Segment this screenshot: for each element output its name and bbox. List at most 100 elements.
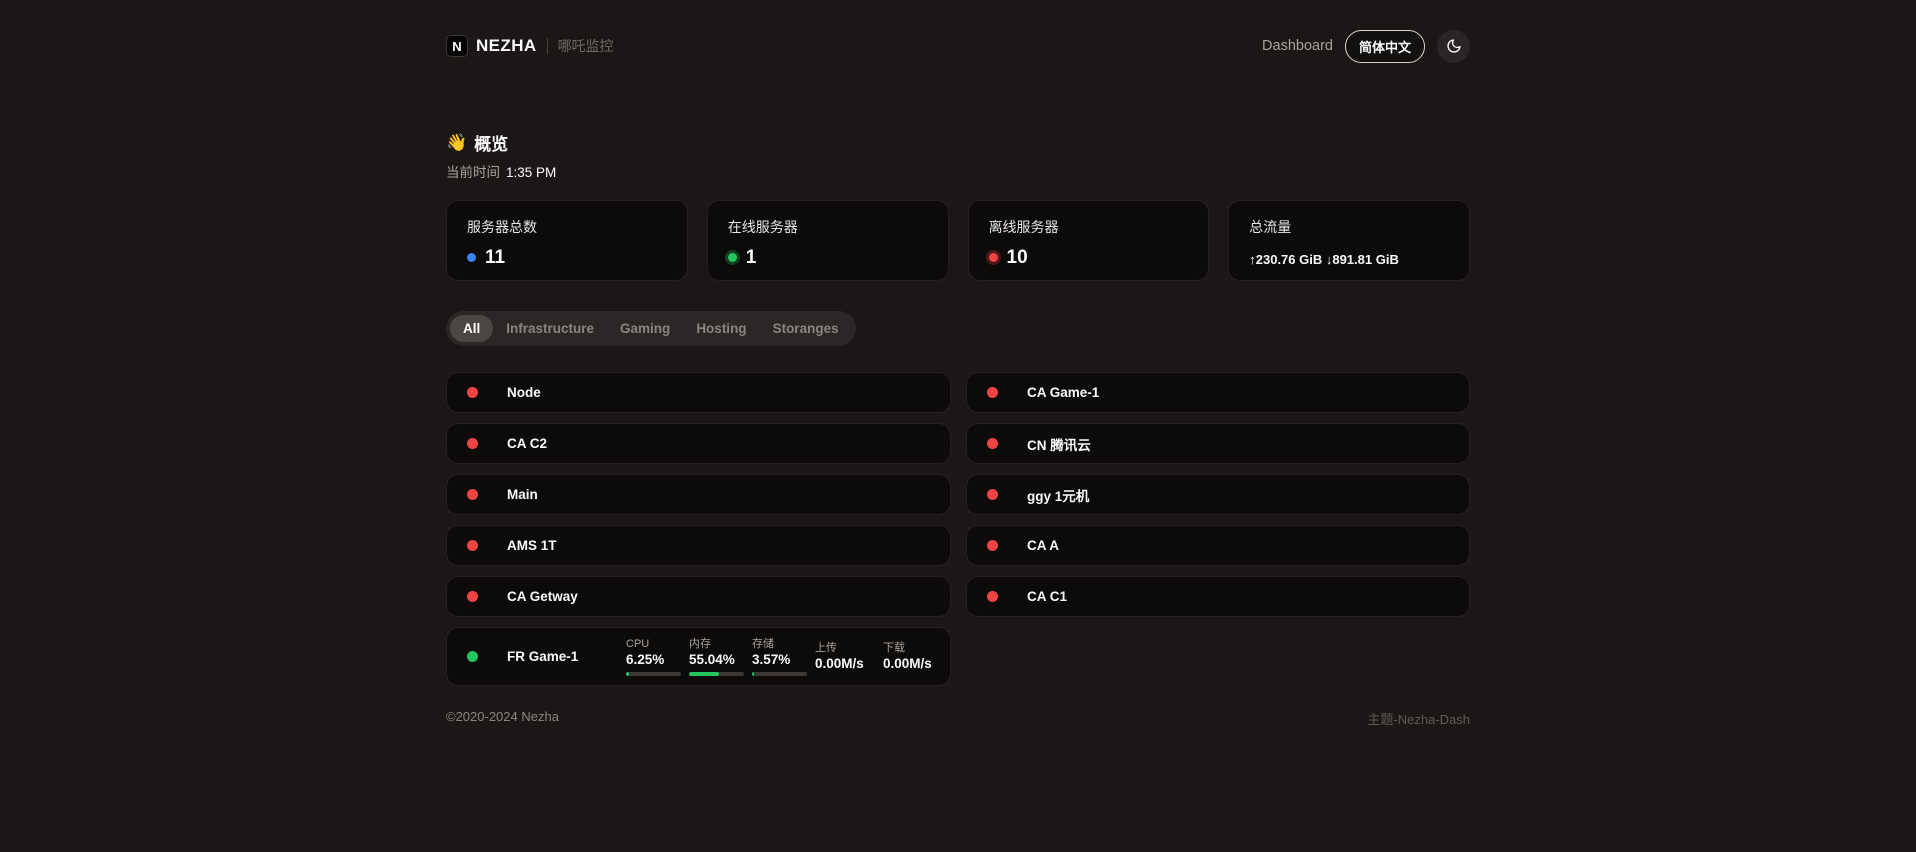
server-row-ca-a[interactable]: CA A xyxy=(966,525,1470,566)
storage-stat: 存储 3.57% xyxy=(752,638,807,676)
nav-controls: Dashboard 简体中文 xyxy=(1262,30,1470,63)
server-name: CA Game-1 xyxy=(1027,385,1099,400)
server-row-main[interactable]: Main xyxy=(446,474,951,515)
stat-label: 在线服务器 xyxy=(728,217,928,237)
dashboard-link[interactable]: Dashboard xyxy=(1262,38,1333,54)
copyright-text: ©2020-2024 Nezha xyxy=(446,709,559,728)
footer: ©2020-2024 Nezha 主题-Nezha-Dash xyxy=(446,709,1470,728)
server-name: ggy 1元机 xyxy=(1027,485,1089,505)
server-row-ca-c2[interactable]: CA C2 xyxy=(446,423,951,464)
server-column-left: Node CA C2 Main AMS 1T CA Getway FR Game… xyxy=(446,372,951,686)
stat-value: 11 xyxy=(485,248,505,267)
server-status-dot xyxy=(467,489,478,500)
tab-hosting[interactable]: Hosting xyxy=(683,315,759,342)
moon-icon xyxy=(1446,38,1462,54)
server-row-ca-getway[interactable]: CA Getway xyxy=(446,576,951,617)
server-row-ams-1t[interactable]: AMS 1T xyxy=(446,525,951,566)
language-button[interactable]: 简体中文 xyxy=(1345,30,1425,63)
tab-all[interactable]: All xyxy=(450,315,493,342)
current-time-label: 当前时间 xyxy=(446,161,500,181)
stat-label: 离线服务器 xyxy=(989,217,1189,237)
stat-value: 10 xyxy=(1007,248,1028,267)
page-title-text: 概览 xyxy=(474,130,508,155)
memory-stat: 内存 55.04% xyxy=(689,638,744,676)
server-status-dot xyxy=(467,651,478,662)
wave-emoji: 👋 xyxy=(446,133,467,153)
stat-cards: 服务器总数 11 在线服务器 1 离线服务器 10 总流量 ↑230.76 Gi… xyxy=(446,200,1470,281)
brand-divider xyxy=(547,38,548,54)
stat-label: 服务器总数 xyxy=(467,217,667,237)
stat-value: 1 xyxy=(746,248,757,267)
stat-card-offline-servers: 离线服务器 10 xyxy=(968,200,1210,281)
server-name: FR Game-1 xyxy=(507,649,626,664)
server-name: CA C1 xyxy=(1027,589,1067,604)
upload-stat: 上传 0.00M/s xyxy=(815,642,875,672)
server-name: Node xyxy=(507,385,541,400)
server-name: Main xyxy=(507,487,538,502)
storage-progress-bar xyxy=(752,672,807,676)
page-title: 👋 概览 xyxy=(446,130,1470,155)
current-time-value: 1:35 PM xyxy=(506,165,556,180)
cpu-label: CPU xyxy=(626,638,681,651)
server-name: CN 腾讯云 xyxy=(1027,434,1091,454)
stat-card-total-servers: 服务器总数 11 xyxy=(446,200,688,281)
server-column-right: CA Game-1 CN 腾讯云 ggy 1元机 CA A CA C1 xyxy=(966,372,1470,686)
theme-credit-text: 主题-Nezha-Dash xyxy=(1367,709,1470,728)
server-status-dot xyxy=(987,387,998,398)
memory-progress-bar xyxy=(689,672,744,676)
stat-card-online-servers: 在线服务器 1 xyxy=(707,200,949,281)
cpu-stat: CPU 6.25% xyxy=(626,638,681,676)
cpu-value: 6.25% xyxy=(626,652,681,668)
memory-value: 55.04% xyxy=(689,652,744,668)
server-status-dot xyxy=(987,540,998,551)
server-name: CA C2 xyxy=(507,436,547,451)
memory-label: 内存 xyxy=(689,638,744,651)
brand-area: N NEZHA 哪吒监控 xyxy=(446,35,614,57)
brand-subtitle: 哪吒监控 xyxy=(558,36,614,56)
theme-toggle-button[interactable] xyxy=(1437,30,1470,63)
server-row-node[interactable]: Node xyxy=(446,372,951,413)
server-status-dot xyxy=(987,591,998,602)
server-name: CA Getway xyxy=(507,589,578,604)
tab-infrastructure[interactable]: Infrastructure xyxy=(493,315,607,342)
stat-label: 总流量 xyxy=(1249,217,1449,237)
download-value: 0.00M/s xyxy=(883,656,943,672)
tab-bar-wrap: All Infrastructure Gaming Hosting Storan… xyxy=(446,281,1470,346)
overview-section: 👋 概览 当前时间 1:35 PM xyxy=(446,130,1470,181)
server-status-dot xyxy=(467,591,478,602)
nezha-logo[interactable]: N xyxy=(446,35,468,57)
server-stats: CPU 6.25% 内存 55.04% 存储 xyxy=(626,638,943,676)
offline-status-dot xyxy=(989,253,998,262)
storage-label: 存储 xyxy=(752,638,807,651)
server-name: AMS 1T xyxy=(507,538,557,553)
server-status-dot xyxy=(467,387,478,398)
download-stat: 下载 0.00M/s xyxy=(883,642,943,672)
total-status-dot xyxy=(467,253,476,262)
cpu-progress-bar xyxy=(626,672,681,676)
online-status-dot xyxy=(728,253,737,262)
top-nav: N NEZHA 哪吒监控 Dashboard 简体中文 xyxy=(446,26,1470,66)
server-row-ca-game-1[interactable]: CA Game-1 xyxy=(966,372,1470,413)
logo-letter: N xyxy=(452,39,461,54)
upload-value: 0.00M/s xyxy=(815,656,875,672)
download-label: 下载 xyxy=(883,642,943,655)
server-status-dot xyxy=(467,540,478,551)
upload-label: 上传 xyxy=(815,642,875,655)
server-row-ggy[interactable]: ggy 1元机 xyxy=(966,474,1470,515)
tab-storanges[interactable]: Storanges xyxy=(760,315,852,342)
group-tab-bar: All Infrastructure Gaming Hosting Storan… xyxy=(446,311,856,346)
server-row-cn-tencent[interactable]: CN 腾讯云 xyxy=(966,423,1470,464)
server-list: Node CA C2 Main AMS 1T CA Getway FR Game… xyxy=(446,372,1470,686)
server-status-dot xyxy=(987,438,998,449)
brand-name: NEZHA xyxy=(476,36,537,56)
server-row-ca-c1[interactable]: CA C1 xyxy=(966,576,1470,617)
server-status-dot xyxy=(467,438,478,449)
stat-card-total-traffic: 总流量 ↑230.76 GiB ↓891.81 GiB xyxy=(1228,200,1470,281)
tab-gaming[interactable]: Gaming xyxy=(607,315,683,342)
current-time: 当前时间 1:35 PM xyxy=(446,161,1470,181)
storage-value: 3.57% xyxy=(752,652,807,668)
traffic-value: ↑230.76 GiB ↓891.81 GiB xyxy=(1249,252,1449,267)
server-name: CA A xyxy=(1027,538,1059,553)
server-row-fr-game-1[interactable]: FR Game-1 CPU 6.25% 内存 55.04% xyxy=(446,627,951,686)
server-status-dot xyxy=(987,489,998,500)
